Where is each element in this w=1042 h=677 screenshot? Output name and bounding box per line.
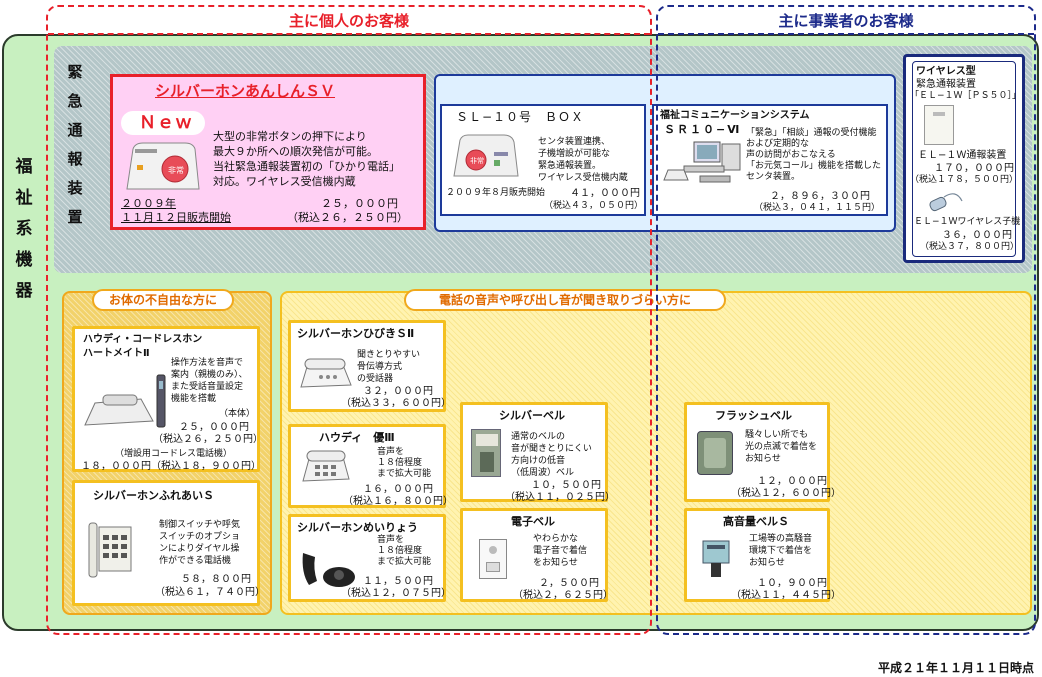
business-customers-frame bbox=[656, 5, 1036, 635]
welfare-equipment-title: 福 祉 系 機 器 bbox=[14, 152, 34, 307]
title-char: 福 bbox=[15, 157, 33, 177]
as-of-date: 平成２１年１１月１１日時点 bbox=[877, 661, 1034, 675]
title-char: 祉 bbox=[15, 188, 33, 208]
title-char: 機 bbox=[15, 250, 33, 270]
business-customers-header: 主に事業者のお客様 bbox=[658, 7, 1034, 35]
title-char: 器 bbox=[15, 281, 33, 301]
title-char: 系 bbox=[15, 219, 33, 239]
individual-customers-frame bbox=[46, 5, 652, 635]
individual-customers-header: 主に個人のお客様 bbox=[48, 7, 650, 35]
